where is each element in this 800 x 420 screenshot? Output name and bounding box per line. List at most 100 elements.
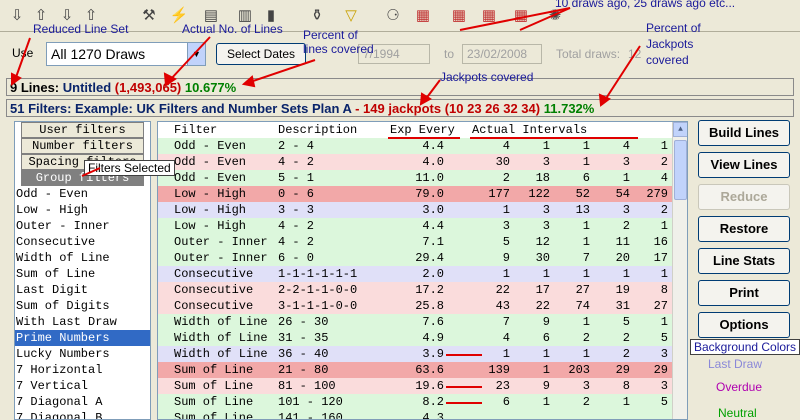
- filter-list-item[interactable]: 7 Horizontal: [15, 362, 150, 378]
- filter-list-item[interactable]: Odd - Even: [15, 186, 150, 202]
- filter-list-item[interactable]: Prime Numbers: [15, 330, 150, 346]
- grid-icon[interactable]: ▦: [412, 4, 434, 26]
- filter-list-item[interactable]: 7 Vertical: [15, 378, 150, 394]
- scroll-thumb[interactable]: [674, 140, 687, 200]
- cell-description: 31 - 35: [278, 331, 329, 345]
- table-row[interactable]: Width of Line 31 - 35 4.9 4 6 2 2 5: [158, 330, 672, 346]
- lines-info-bar: 9 Lines: Untitled (1,493,065) 10.677%: [6, 78, 794, 96]
- filter-list-item[interactable]: Consecutive: [15, 234, 150, 250]
- numbers-icon[interactable]: ⚆: [382, 4, 404, 26]
- table-row[interactable]: Odd - Even 5 - 1 11.0 2 18 6 1 4: [158, 170, 672, 186]
- cell-interval: 29: [653, 363, 668, 377]
- table-row[interactable]: Odd - Even 4 - 2 4.0 30 3 1 3 2: [158, 154, 672, 170]
- filter-list-item[interactable]: Outer - Inner: [15, 218, 150, 234]
- view-lines-button[interactable]: View Lines: [698, 152, 790, 178]
- cell-interval: 4: [660, 171, 668, 185]
- annot-percent-jackpots-covered: Percent of Jackpots covered: [646, 21, 701, 67]
- filter-list-item[interactable]: Low - High: [15, 202, 150, 218]
- cell-interval: 5: [660, 331, 668, 345]
- grid-12-icon[interactable]: ▦: [510, 4, 532, 26]
- table-row[interactable]: Consecutive 3-1-1-1-0-0 25.8 43 22 74 31 27: [158, 298, 672, 314]
- select-dates-button[interactable]: Select Dates: [216, 43, 306, 65]
- cell-filter: Width of Line: [174, 331, 268, 345]
- filter-list-item[interactable]: Lucky Numbers: [15, 346, 150, 362]
- filter-list-item[interactable]: Sum of Line: [15, 266, 150, 282]
- grid-scrollbar[interactable]: ▲: [672, 122, 687, 419]
- header-filter[interactable]: Filter: [174, 122, 217, 138]
- table-row[interactable]: Consecutive 1-1-1-1-1-1 2.0 1 1 1 1 1: [158, 266, 672, 282]
- table-row[interactable]: Consecutive 2-2-1-1-0-0 17.2 22 17 27 19 8: [158, 282, 672, 298]
- cell-description: 141 - 160: [278, 411, 343, 420]
- cell-interval: 2: [582, 395, 590, 409]
- cell-filter: Consecutive: [174, 299, 254, 313]
- table-row[interactable]: Width of Line 26 - 30 7.6 7 9 1 5 1: [158, 314, 672, 330]
- table-row[interactable]: Odd - Even 2 - 4 4.4 4 1 1 4 1: [158, 138, 672, 154]
- annot-overdue: Overdue: [716, 380, 763, 394]
- line-stats-button[interactable]: Line Stats: [698, 248, 790, 274]
- jackpots-label: - 149 jackpots (10 23 26 32 34): [355, 101, 541, 116]
- header-description[interactable]: Description: [278, 122, 357, 138]
- tab-number-filters[interactable]: Number filters: [21, 138, 144, 154]
- print-button[interactable]: Print: [698, 280, 790, 306]
- filter-icon[interactable]: ▽: [340, 4, 362, 26]
- total-draws-label: Total draws:: [556, 47, 621, 61]
- annot-reduced-line-set: Reduced Line Set: [33, 22, 129, 36]
- filter-list-item[interactable]: 7 Diagonal A: [15, 394, 150, 410]
- cell-interval: 3: [582, 379, 590, 393]
- scroll-up-icon[interactable]: ▲: [673, 122, 687, 137]
- cell-exp-every: 2.0: [422, 267, 444, 281]
- cell-filter: Low - High: [174, 219, 247, 233]
- filter-list-item[interactable]: With Last Draw: [15, 314, 150, 330]
- header-exp-every[interactable]: Exp Every: [390, 122, 455, 138]
- header-actual-intervals[interactable]: Actual Intervals: [472, 122, 587, 138]
- filter-list-item[interactable]: 7 Diagonal B: [15, 410, 150, 419]
- date-to-field[interactable]: 23/02/2008: [462, 44, 542, 64]
- table-row[interactable]: Outer - Inner 4 - 2 7.1 5 12 1 11 16: [158, 234, 672, 250]
- grid-2-icon[interactable]: ▦: [478, 4, 500, 26]
- cell-description: 4 - 2: [278, 155, 315, 169]
- table-row[interactable]: Low - High 3 - 3 3.0 1 3 13 3 2: [158, 202, 672, 218]
- restore-button[interactable]: Restore: [698, 216, 790, 242]
- cell-exp-every: 4.3: [422, 411, 444, 420]
- table-row[interactable]: Sum of Line 21 - 80 63.6 139 1 203 29 29: [158, 362, 672, 378]
- build-lines-button[interactable]: Build Lines: [698, 120, 790, 146]
- draws-select[interactable]: All 1270 Draws ▼: [46, 42, 206, 66]
- cell-interval: 1: [622, 171, 630, 185]
- cell-interval: 122: [528, 187, 550, 201]
- reduce-button[interactable]: Reduce: [698, 184, 790, 210]
- cell-interval: 4: [622, 139, 630, 153]
- cell-interval: 9: [502, 251, 510, 265]
- table-row[interactable]: Sum of Line 81 - 100 19.6 23 9 3 8 3: [158, 378, 672, 394]
- cell-filter: Odd - Even: [174, 171, 247, 185]
- cell-interval: 11: [615, 235, 630, 249]
- cell-exp-every: 11.0: [415, 171, 444, 185]
- grid-1-icon[interactable]: ▦: [448, 4, 470, 26]
- cell-interval: 6: [542, 331, 550, 345]
- table-row[interactable]: Low - High 4 - 2 4.4 3 3 1 2 1: [158, 218, 672, 234]
- sort-down-icon[interactable]: ⇩: [6, 4, 28, 26]
- cell-description: 4 - 2: [278, 235, 315, 249]
- cell-interval: 1: [582, 235, 590, 249]
- tab-user-filters[interactable]: User filters: [21, 122, 144, 138]
- lines-percent: 10.677%: [184, 80, 237, 95]
- cell-interval: 6: [502, 395, 510, 409]
- bottles-icon[interactable]: ⚱: [306, 4, 328, 26]
- annot-actual-no-lines: Actual No. of Lines: [182, 22, 283, 36]
- filter-list-item[interactable]: Last Digit: [15, 282, 150, 298]
- filter-list-item[interactable]: Sum of Digits: [15, 298, 150, 314]
- table-row[interactable]: Sum of Line 101 - 120 8.2 6 1 2 1 5: [158, 394, 672, 410]
- cell-exp-every: 8.2: [422, 395, 444, 409]
- tools-icon[interactable]: ⚒: [138, 4, 160, 26]
- cell-interval: 2: [622, 331, 630, 345]
- table-row[interactable]: Width of Line 36 - 40 3.9 1 1 1 2 3: [158, 346, 672, 362]
- chevron-down-icon[interactable]: ▼: [187, 43, 205, 65]
- filter-list-item[interactable]: Width of Line: [15, 250, 150, 266]
- options-button[interactable]: Options: [698, 312, 790, 338]
- cell-interval: 12: [535, 235, 550, 249]
- table-row[interactable]: Sum of Line 141 - 160 4.3: [158, 410, 672, 420]
- cell-description: 81 - 100: [278, 379, 336, 393]
- cell-exp-every: 63.6: [415, 363, 444, 377]
- table-row[interactable]: Outer - Inner 6 - 0 29.4 9 30 7 20 17: [158, 250, 672, 266]
- table-row[interactable]: Low - High 0 - 6 79.0 177 122 52 54 279: [158, 186, 672, 202]
- cell-interval: 1: [582, 155, 590, 169]
